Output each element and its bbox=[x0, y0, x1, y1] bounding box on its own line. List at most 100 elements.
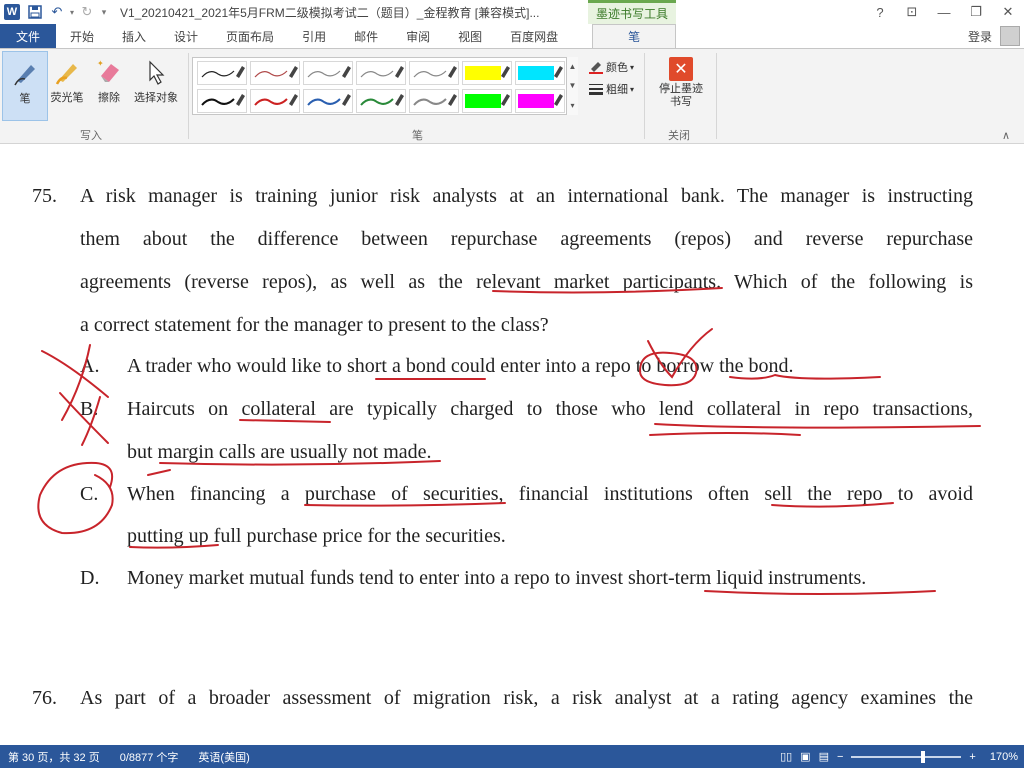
minimize-button[interactable]: — bbox=[928, 0, 960, 24]
tab-file[interactable]: 文件 bbox=[0, 24, 56, 48]
undo-icon[interactable]: ↶ bbox=[46, 1, 68, 23]
tab-insert[interactable]: 插入 bbox=[108, 24, 160, 48]
group-separator bbox=[644, 53, 645, 139]
thickness-label: 粗细 bbox=[606, 84, 628, 96]
option-text-c: When financing a purchase of securities,… bbox=[127, 483, 973, 505]
pen-swatch-icon bbox=[360, 94, 404, 106]
chevron-down-icon: ▾ bbox=[630, 84, 635, 94]
document-page[interactable]: 75. A risk manager is training junior ri… bbox=[0, 145, 1024, 745]
window-controls: ? ⊡ — ❐ ✕ bbox=[864, 0, 1024, 24]
pen-swatch-icon bbox=[465, 94, 510, 108]
pen-style-swatch[interactable] bbox=[197, 61, 247, 85]
tab-view[interactable]: 视图 bbox=[444, 24, 496, 48]
gallery-down-icon[interactable]: ▼ bbox=[569, 81, 577, 90]
pen-button[interactable]: 笔 bbox=[2, 51, 48, 121]
save-icon[interactable] bbox=[24, 1, 46, 23]
undo-dropdown-icon[interactable]: ▾ bbox=[68, 1, 76, 23]
zoom-out-button[interactable]: − bbox=[837, 751, 843, 763]
pen-style-swatch[interactable] bbox=[303, 89, 353, 113]
pen-label: 笔 bbox=[19, 93, 31, 105]
help-button[interactable]: ? bbox=[864, 0, 896, 24]
pen-swatch-icon bbox=[413, 66, 457, 78]
customize-quick-access-icon[interactable]: ▾ bbox=[98, 1, 110, 23]
pen-style-swatch[interactable] bbox=[515, 61, 565, 85]
tab-page-layout[interactable]: 页面布局 bbox=[212, 24, 288, 48]
eraser-icon: ✦ bbox=[93, 55, 125, 89]
tab-home[interactable]: 开始 bbox=[56, 24, 108, 48]
option-text-d: Money market mutual funds tend to enter … bbox=[127, 567, 867, 589]
word-app-icon[interactable]: W bbox=[4, 4, 20, 20]
read-mode-icon[interactable]: ▯▯ bbox=[780, 750, 792, 763]
pen-style-swatch[interactable] bbox=[462, 89, 512, 113]
zoom-slider-thumb[interactable] bbox=[921, 750, 926, 763]
redo-icon[interactable]: ↻ bbox=[76, 1, 98, 23]
gallery-more-icon[interactable]: ▾ bbox=[570, 101, 574, 110]
color-label: 颜色 bbox=[606, 62, 628, 74]
zoom-in-button[interactable]: + bbox=[969, 751, 975, 763]
thickness-command[interactable]: 粗细 ▾ bbox=[588, 81, 634, 97]
tab-pens[interactable]: 笔 bbox=[592, 24, 677, 48]
close-button[interactable]: ✕ bbox=[992, 0, 1024, 24]
pen-style-swatch[interactable] bbox=[409, 61, 459, 85]
gallery-scroll[interactable]: ▲ ▼ ▾ bbox=[566, 57, 578, 115]
pen-style-swatch[interactable] bbox=[197, 89, 247, 113]
tab-mailings[interactable]: 邮件 bbox=[340, 24, 392, 48]
pen-style-swatch[interactable] bbox=[250, 89, 300, 113]
sign-in-link[interactable]: 登录 bbox=[968, 28, 992, 45]
ribbon-display-options-button[interactable]: ⊡ bbox=[896, 0, 928, 24]
print-layout-icon[interactable]: ▣ bbox=[800, 750, 810, 763]
question-text-line: a correct statement for the manager to p… bbox=[80, 314, 549, 336]
eraser-button[interactable]: ✦ 擦除 bbox=[86, 51, 132, 121]
page-count[interactable]: 第 30 页，共 32 页 bbox=[8, 749, 100, 765]
stop-inking-label: 停止墨迹书写 bbox=[659, 83, 703, 108]
tab-design[interactable]: 设计 bbox=[160, 24, 212, 48]
question-text-line: them about the difference between repurc… bbox=[80, 228, 973, 250]
pen-swatch-icon bbox=[307, 94, 351, 106]
color-command[interactable]: 颜色 ▾ bbox=[588, 59, 634, 75]
gallery-up-icon[interactable]: ▲ bbox=[569, 62, 577, 71]
option-letter-c: C. bbox=[80, 483, 99, 505]
pen-style-swatch[interactable] bbox=[409, 89, 459, 113]
thickness-icon bbox=[588, 82, 604, 96]
select-arrow-icon bbox=[140, 55, 172, 89]
option-text-b: Haircuts on collateral are typically cha… bbox=[127, 398, 973, 420]
collapse-ribbon-icon[interactable]: ∧ bbox=[1002, 129, 1010, 142]
pen-swatch-icon bbox=[307, 66, 351, 78]
ink-tools-context-title: 墨迹书写工具 bbox=[588, 0, 676, 24]
avatar[interactable] bbox=[1000, 26, 1020, 46]
language-indicator[interactable]: 英语(美国) bbox=[198, 749, 249, 765]
ink-circle bbox=[37, 461, 114, 535]
pen-style-swatch[interactable] bbox=[356, 61, 406, 85]
eraser-label: 擦除 bbox=[98, 92, 120, 104]
select-objects-button[interactable]: 选择对象 bbox=[128, 51, 184, 121]
question-number: 76. bbox=[32, 687, 57, 709]
option-text-c: putting up full purchase price for the s… bbox=[127, 525, 506, 547]
pen-style-swatch[interactable] bbox=[462, 61, 512, 85]
stop-inking-button[interactable]: ✕ 停止墨迹书写 bbox=[652, 57, 710, 121]
pen-style-swatch[interactable] bbox=[250, 61, 300, 85]
pen-style-swatch[interactable] bbox=[303, 61, 353, 85]
pen-swatch-icon bbox=[465, 66, 510, 80]
select-objects-label: 选择对象 bbox=[134, 92, 178, 104]
highlighter-button[interactable]: 荧光笔 bbox=[44, 51, 90, 121]
tab-baidu-netdisk[interactable]: 百度网盘 bbox=[496, 24, 572, 48]
pen-swatch-icon bbox=[518, 66, 563, 80]
question-text-line: As part of a broader assessment of migra… bbox=[80, 687, 973, 709]
pen-swatch-icon bbox=[518, 94, 563, 108]
tab-references[interactable]: 引用 bbox=[288, 24, 340, 48]
quick-access-toolbar: W ↶ ▾ ↻ ▾ bbox=[0, 0, 110, 24]
zoom-level[interactable]: 170% bbox=[990, 751, 1018, 763]
zoom-slider[interactable] bbox=[851, 750, 962, 763]
tab-review[interactable]: 审阅 bbox=[392, 24, 444, 48]
pen-swatch-icon bbox=[254, 94, 298, 106]
pen-swatch-icon bbox=[254, 66, 298, 78]
word-count[interactable]: 0/8877 个字 bbox=[120, 749, 179, 765]
pen-swatch-icon bbox=[413, 94, 457, 106]
web-layout-icon[interactable]: ▤ bbox=[819, 750, 829, 763]
restore-button[interactable]: ❐ bbox=[960, 0, 992, 24]
pen-style-swatch[interactable] bbox=[515, 89, 565, 113]
option-letter-a: A. bbox=[80, 355, 100, 377]
group-separator bbox=[716, 53, 717, 139]
pen-swatch-icon bbox=[201, 94, 245, 106]
pen-style-swatch[interactable] bbox=[356, 89, 406, 113]
